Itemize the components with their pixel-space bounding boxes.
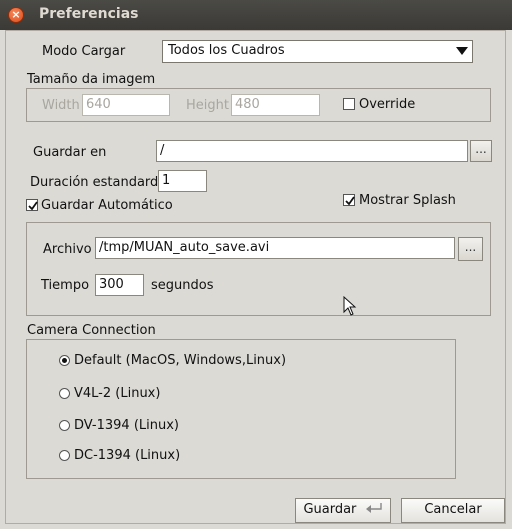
radio-default[interactable] — [59, 355, 70, 366]
title-bar: × Preferencias — [0, 0, 512, 30]
modo-cargar-label: Modo Cargar — [42, 44, 126, 59]
width-label: Width — [42, 98, 80, 113]
chevron-down-icon — [456, 47, 468, 55]
mostrar-splash-label: Mostrar Splash — [359, 193, 456, 208]
segundos-label: segundos — [151, 278, 214, 293]
archivo-field[interactable]: /tmp/MUAN_auto_save.avi — [95, 237, 455, 259]
checkmark-icon — [345, 196, 355, 206]
checkmark-icon — [28, 201, 38, 211]
mouse-cursor-icon — [343, 296, 357, 316]
archivo-browse-button[interactable]: ... — [458, 237, 483, 261]
override-label: Override — [359, 97, 416, 112]
radio-v4l2[interactable] — [59, 388, 70, 399]
camera-group-label: Camera Connection — [27, 323, 156, 338]
height-label: Height — [186, 98, 229, 113]
radio-dc1394-label: DC-1394 (Linux) — [74, 448, 181, 463]
tiempo-label: Tiempo — [41, 278, 90, 293]
radio-dc1394[interactable] — [59, 450, 70, 461]
enter-key-icon — [365, 503, 382, 513]
close-icon[interactable]: × — [8, 7, 24, 23]
radio-default-label: Default (MacOS, Windows,Linux) — [74, 353, 287, 368]
guardar-automatico-checkbox[interactable] — [26, 199, 38, 211]
radio-dv1394-label: DV-1394 (Linux) — [74, 418, 179, 433]
window-title: Preferencias — [39, 6, 139, 22]
save-button-label: Guardar — [303, 502, 357, 517]
guardar-en-label: Guardar en — [33, 145, 107, 160]
image-size-group-label: Tamaño da imagem — [27, 72, 156, 87]
duracion-field[interactable]: 1 — [158, 170, 207, 192]
modo-cargar-select[interactable]: Todos los Cuadros — [162, 40, 473, 63]
guardar-automatico-label: Guardar Automático — [41, 198, 173, 213]
width-field[interactable]: 640 — [82, 94, 170, 116]
height-field[interactable]: 480 — [231, 94, 320, 116]
radio-dv1394[interactable] — [59, 420, 70, 431]
save-button[interactable]: Guardar — [295, 498, 391, 523]
radio-v4l2-label: V4L-2 (Linux) — [74, 386, 161, 401]
archivo-label: Archivo — [43, 242, 92, 257]
cancel-button[interactable]: Cancelar — [401, 498, 505, 523]
mostrar-splash-checkbox[interactable] — [343, 194, 355, 206]
tiempo-field[interactable]: 300 — [95, 274, 144, 296]
duracion-label: Duración estandard — [30, 175, 159, 190]
guardar-en-browse-button[interactable]: ... — [470, 140, 492, 162]
guardar-en-field[interactable]: / — [156, 140, 468, 162]
override-checkbox[interactable] — [343, 98, 355, 110]
modo-cargar-value: Todos los Cuadros — [168, 43, 285, 58]
